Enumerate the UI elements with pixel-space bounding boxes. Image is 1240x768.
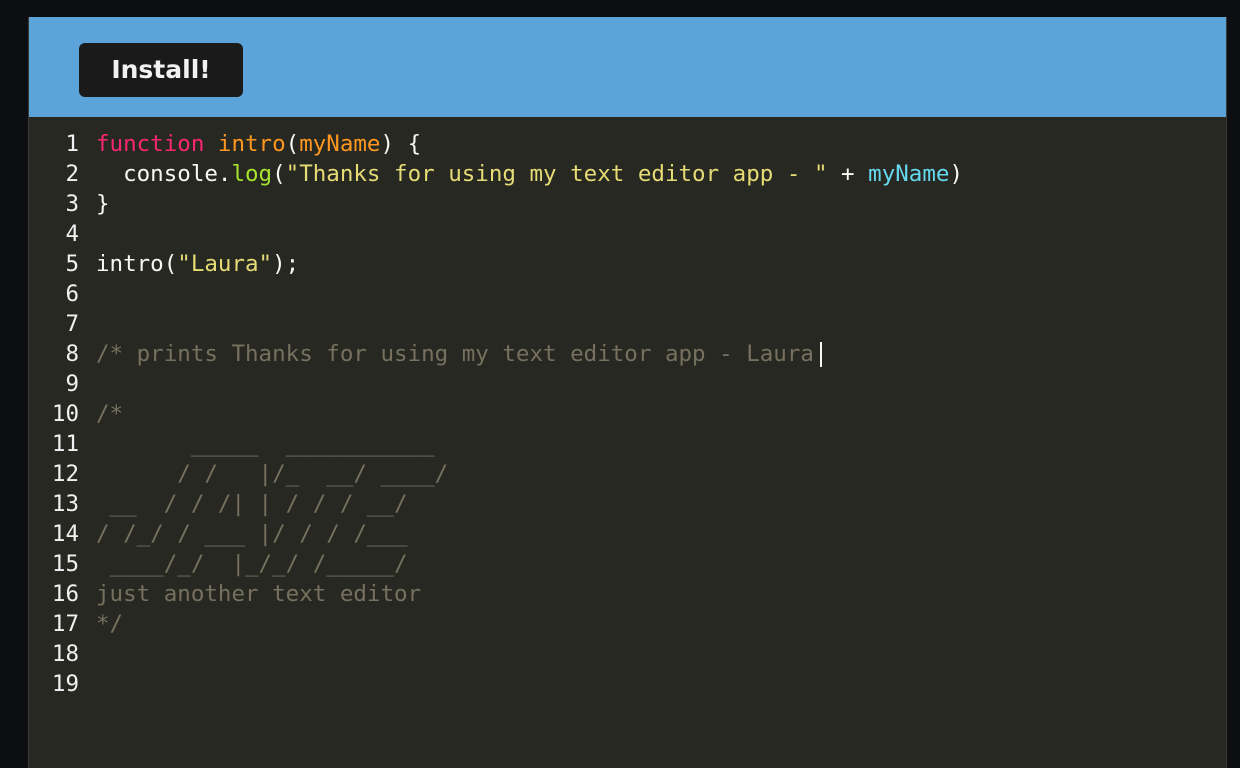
code-token: function bbox=[96, 131, 205, 157]
line-number: 7 bbox=[65, 311, 79, 337]
code-token: } bbox=[96, 191, 110, 217]
code-token: console. bbox=[96, 161, 232, 187]
code-line[interactable]: 18 bbox=[29, 639, 1226, 669]
line-number: 14 bbox=[51, 521, 79, 547]
code-token: just another text editor bbox=[96, 581, 422, 607]
line-number: 18 bbox=[51, 641, 79, 667]
line-number: 6 bbox=[65, 281, 79, 307]
line-number: 19 bbox=[51, 671, 79, 697]
line-content[interactable]: __ / / /| | / / / __/ bbox=[96, 489, 408, 519]
line-number: 12 bbox=[51, 461, 79, 487]
code-token: "Thanks for using my text editor app - " bbox=[285, 161, 828, 187]
code-line[interactable]: 6 bbox=[29, 279, 1226, 309]
line-content[interactable]: / / |/_ __/ ____/ bbox=[96, 459, 448, 489]
code-line[interactable]: 7 bbox=[29, 309, 1226, 339]
line-number: 15 bbox=[51, 551, 79, 577]
code-token: */ bbox=[96, 611, 124, 637]
line-content[interactable]: /* prints Thanks for using my text edito… bbox=[96, 339, 822, 369]
code-token: ); bbox=[272, 251, 300, 277]
code-editor[interactable]: 1 function intro(myName) {2 console.log("… bbox=[29, 129, 1226, 768]
code-token: ( bbox=[272, 161, 286, 187]
code-token: intro( bbox=[96, 251, 178, 277]
code-line[interactable]: 12 / / |/_ __/ ____/ bbox=[29, 459, 1226, 489]
line-content[interactable]: /* bbox=[96, 399, 123, 429]
code-line[interactable]: 1 function intro(myName) { bbox=[29, 129, 1226, 159]
code-token: / / |/_ __/ ____/ bbox=[96, 461, 449, 487]
line-content[interactable]: function intro(myName) { bbox=[96, 129, 421, 159]
line-number: 11 bbox=[51, 431, 79, 457]
line-content[interactable]: just another text editor bbox=[96, 579, 421, 609]
code-line[interactable]: 15 ____/_/ |_/_/ /_____/ bbox=[29, 549, 1226, 579]
code-token: "Laura" bbox=[177, 251, 273, 277]
text-cursor bbox=[819, 342, 822, 367]
code-line[interactable]: 4 bbox=[29, 219, 1226, 249]
line-content[interactable]: */ bbox=[96, 609, 123, 639]
code-line[interactable]: 13 __ / / /| | / / / __/ bbox=[29, 489, 1226, 519]
line-number: 5 bbox=[65, 251, 79, 277]
line-number: 2 bbox=[65, 161, 79, 187]
code-token: intro bbox=[217, 131, 286, 157]
code-token: myName bbox=[299, 131, 381, 157]
line-content[interactable]: _____ ___________ bbox=[96, 429, 435, 459]
code-token: myName bbox=[868, 161, 950, 187]
code-line[interactable]: 2 console.log("Thanks for using my text … bbox=[29, 159, 1226, 189]
code-line[interactable]: 14 / /_/ / ___ |/ / / /___ bbox=[29, 519, 1226, 549]
line-number: 1 bbox=[65, 131, 79, 157]
line-content[interactable]: console.log("Thanks for using my text ed… bbox=[96, 159, 963, 189]
text-editor-app: Install! 1 function intro(myName) {2 cons… bbox=[28, 17, 1227, 768]
code-line[interactable]: 3} bbox=[29, 189, 1226, 219]
line-content[interactable]: } bbox=[96, 189, 110, 219]
code-line[interactable]: 9 bbox=[29, 369, 1226, 399]
code-token: ( bbox=[285, 131, 300, 157]
code-line[interactable]: 10 /* bbox=[29, 399, 1226, 429]
code-line[interactable]: 16 just another text editor bbox=[29, 579, 1226, 609]
header-bar: Install! bbox=[29, 17, 1226, 117]
code-token: log bbox=[231, 161, 273, 187]
code-token: /* bbox=[96, 401, 124, 427]
code-token: ____/_/ |_/_/ /_____/ bbox=[96, 551, 408, 577]
code-line[interactable]: 19 bbox=[29, 669, 1226, 699]
line-content[interactable]: / /_/ / ___ |/ / / /___ bbox=[96, 519, 408, 549]
line-content[interactable]: intro("Laura"); bbox=[96, 249, 299, 279]
line-number: 3 bbox=[65, 191, 79, 217]
code-token: _____ ___________ bbox=[96, 431, 435, 457]
install-button[interactable]: Install! bbox=[79, 43, 243, 97]
code-token: ) { bbox=[380, 131, 422, 157]
code-token: /* prints Thanks for using my text edito… bbox=[96, 341, 814, 367]
line-number: 13 bbox=[51, 491, 79, 517]
code-line[interactable]: 5 intro("Laura"); bbox=[29, 249, 1226, 279]
code-token: / /_/ / ___ |/ / / /___ bbox=[96, 521, 408, 547]
code-token: __ / / /| | / / / __/ bbox=[96, 491, 408, 517]
line-number: 9 bbox=[65, 371, 79, 397]
line-number: 16 bbox=[51, 581, 79, 607]
code-line[interactable]: 17 */ bbox=[29, 609, 1226, 639]
code-line[interactable]: 8 /* prints Thanks for using my text edit… bbox=[29, 339, 1226, 369]
code-token: + bbox=[827, 161, 869, 187]
code-line[interactable]: 11 _____ ___________ bbox=[29, 429, 1226, 459]
line-number: 4 bbox=[65, 221, 79, 247]
code-token: ) bbox=[949, 161, 963, 187]
line-number: 17 bbox=[51, 611, 79, 637]
line-content[interactable]: ____/_/ |_/_/ /_____/ bbox=[96, 549, 408, 579]
line-number: 8 bbox=[65, 341, 79, 367]
line-number: 10 bbox=[51, 401, 79, 427]
